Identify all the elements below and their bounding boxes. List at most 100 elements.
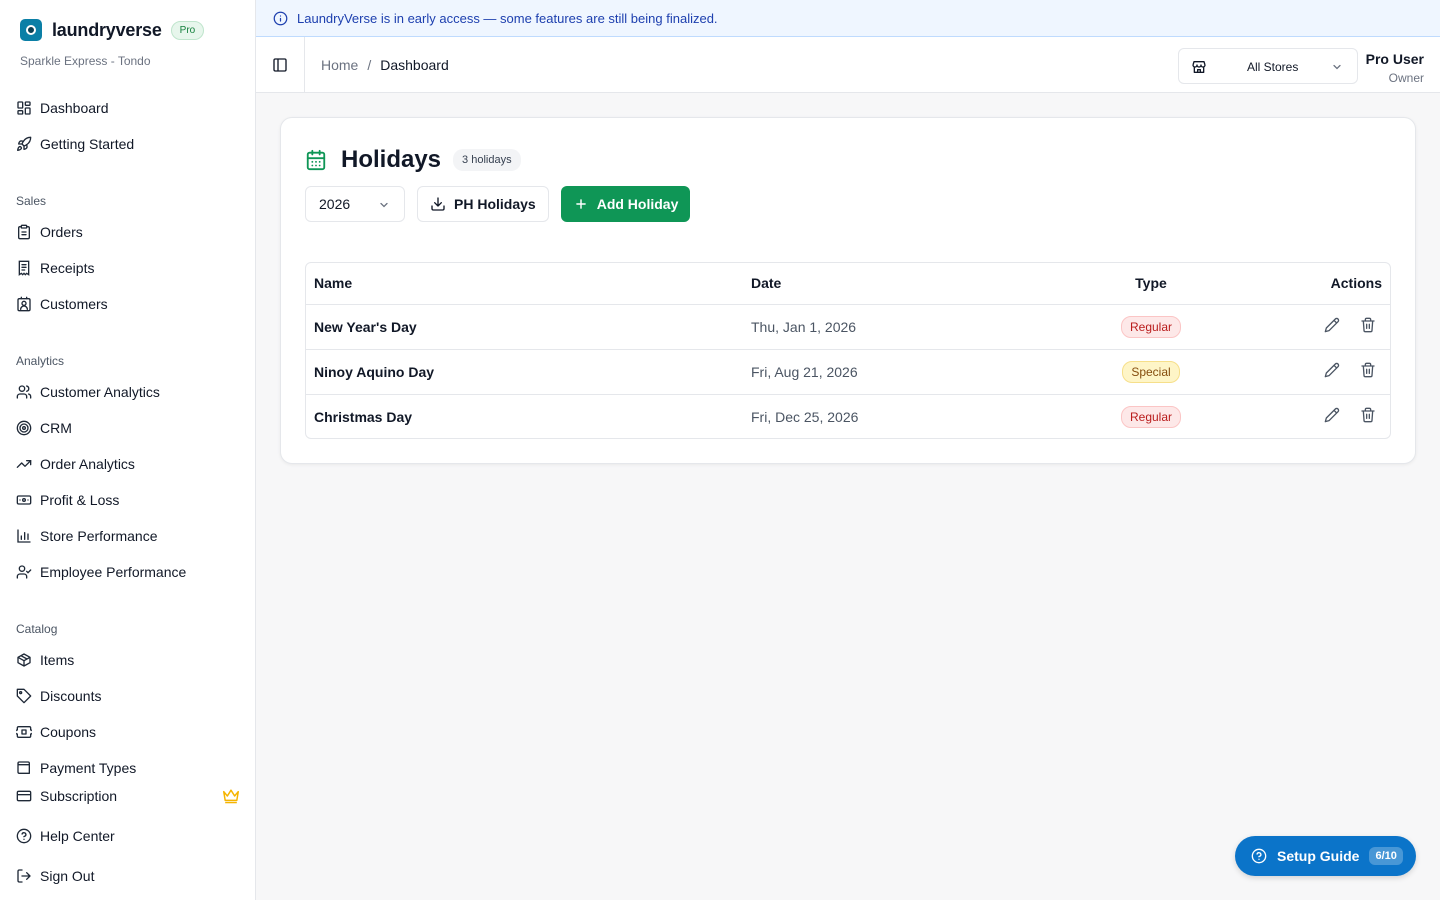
sidebar-item-getting-started[interactable]: Getting Started [16, 130, 240, 158]
section-label-analytics: Analytics [16, 354, 65, 368]
sidebar-item-label: Help Center [40, 828, 115, 844]
holidays-table: Name Date Type Actions New Year's Day Th… [305, 262, 1391, 439]
sidebar-item-label: Employee Performance [40, 564, 187, 580]
sidebar-item-items[interactable]: Items [16, 646, 240, 674]
sidebar-item-label: Payment Types [40, 760, 137, 776]
store-icon [1192, 61, 1206, 73]
store-select[interactable]: All Stores [1178, 48, 1358, 84]
package-icon [17, 653, 31, 667]
download-icon [431, 197, 445, 211]
column-header-date: Date [751, 263, 1101, 305]
trash-icon[interactable] [1360, 407, 1376, 423]
setup-guide-button[interactable]: Setup Guide 6/10 [1235, 836, 1416, 876]
sidebar-item-label: Subscription [40, 788, 118, 804]
year-select[interactable]: 2026 [305, 186, 405, 222]
sidebar-item-label: Customers [40, 296, 108, 312]
breadcrumb-separator: / [367, 57, 372, 73]
top-header: Home / Dashboard All Stores Pro User Own… [256, 37, 1440, 93]
sidebar-item-customer-analytics[interactable]: Customer Analytics [16, 378, 240, 406]
user-check-icon [16, 565, 32, 579]
sidebar-item-receipts[interactable]: Receipts [16, 254, 240, 282]
add-holiday-label: Add Holiday [596, 196, 679, 212]
sidebar-item-payment-types[interactable]: Payment Types [16, 754, 240, 780]
user-role: Owner [1388, 71, 1424, 85]
target-icon [16, 420, 32, 436]
help-circle-icon [1251, 848, 1267, 864]
edit-icon[interactable] [1324, 407, 1340, 423]
table-row: Ninoy Aquino Day Fri, Aug 21, 2026 Speci… [306, 349, 1390, 395]
holiday-date: Fri, Dec 25, 2026 [751, 408, 859, 425]
holiday-controls: 2026 PH Holidays Add Holiday [305, 186, 691, 222]
users-icon [16, 385, 32, 399]
column-header-type: Type [1101, 263, 1201, 305]
table-header-row: Name Date Type Actions [306, 263, 1390, 305]
edit-icon[interactable] [1324, 317, 1340, 333]
sidebar-item-customers[interactable]: Customers [16, 290, 240, 318]
sidebar-item-dashboard[interactable]: Dashboard [16, 94, 240, 122]
year-select-value: 2026 [319, 196, 351, 212]
sidebar-item-orders[interactable]: Orders [16, 218, 240, 246]
ph-holidays-label: PH Holidays [454, 196, 536, 212]
breadcrumb-current: Dashboard [380, 57, 449, 73]
sidebar-item-sign-out[interactable]: Sign Out [16, 862, 240, 890]
brand-name: laundryverse [52, 19, 162, 40]
sidebar-item-help-center[interactable]: Help Center [16, 822, 240, 850]
holiday-type-badge: Special [1122, 360, 1180, 383]
sidebar-item-store-performance[interactable]: Store Performance [16, 522, 240, 550]
sidebar-item-label: Receipts [40, 260, 95, 276]
credit-card-icon [16, 790, 32, 802]
sidebar-item-subscription[interactable]: Subscription [16, 782, 240, 810]
sidebar-item-label: Orders [40, 224, 83, 240]
edit-icon[interactable] [1324, 362, 1340, 378]
clipboard-icon [18, 224, 30, 240]
table-row: Christmas Day Fri, Dec 25, 2026 Regular [306, 394, 1390, 438]
sidebar-item-discounts[interactable]: Discounts [16, 682, 240, 710]
add-holiday-button[interactable]: Add Holiday [560, 186, 691, 222]
store-select-value: All Stores [1247, 60, 1299, 74]
dashboard-icon [17, 101, 31, 115]
plan-badge: Pro [170, 20, 205, 40]
sidebar: laundryverse Pro Sparkle Express - Tondo… [0, 0, 256, 900]
sidebar-item-label: Sign Out [40, 868, 95, 884]
panel-left-icon [273, 57, 287, 72]
trash-icon[interactable] [1360, 362, 1376, 378]
trending-up-icon [16, 460, 32, 468]
sidebar-item-label: CRM [40, 420, 72, 436]
sidebar-item-label: Dashboard [40, 100, 109, 116]
breadcrumb-home-link[interactable]: Home [321, 57, 358, 73]
brand[interactable]: laundryverse Pro [20, 19, 205, 41]
sidebar-item-label: Discounts [40, 688, 102, 704]
sidebar-item-label: Items [40, 652, 75, 668]
tag-icon [16, 688, 32, 704]
receipt-icon [18, 260, 30, 276]
sidebar-toggle-button[interactable] [256, 37, 305, 92]
sidebar-item-label: Coupons [40, 724, 97, 740]
column-header-actions: Actions [1201, 263, 1390, 305]
holiday-name: Christmas Day [314, 408, 413, 425]
plus-icon [575, 199, 586, 209]
sidebar-item-coupons[interactable]: Coupons [16, 718, 240, 746]
holidays-card: Holidays 3 holidays 2026 PH Holidays Add… [280, 117, 1416, 464]
chevron-down-icon [380, 202, 388, 208]
holiday-type-badge: Regular [1120, 405, 1182, 428]
user-name[interactable]: Pro User [1366, 51, 1424, 67]
holiday-date: Fri, Aug 21, 2026 [751, 349, 1101, 395]
section-label-sales: Sales [16, 194, 47, 208]
ph-holidays-button[interactable]: PH Holidays [417, 186, 549, 222]
trash-icon[interactable] [1360, 317, 1376, 333]
breadcrumb: Home / Dashboard [321, 57, 449, 73]
page-title: Holidays [341, 146, 442, 173]
sidebar-item-order-analytics[interactable]: Order Analytics [16, 450, 240, 478]
banner-text: LaundryVerse is in early access — some f… [297, 10, 718, 26]
holiday-name: New Year's Day [306, 304, 751, 350]
bar-chart-icon [17, 529, 31, 543]
sidebar-item-label: Customer Analytics [40, 384, 160, 400]
setup-guide-label: Setup Guide [1277, 848, 1360, 864]
contact-icon [17, 296, 31, 312]
sidebar-item-crm[interactable]: CRM [16, 414, 240, 442]
banknote-icon [16, 495, 32, 505]
sidebar-item-profit-loss[interactable]: Profit & Loss [16, 486, 240, 514]
sidebar-item-label: Order Analytics [40, 456, 135, 472]
early-access-banner: LaundryVerse is in early access — some f… [256, 0, 1440, 37]
sidebar-item-employee-performance[interactable]: Employee Performance [16, 558, 240, 586]
